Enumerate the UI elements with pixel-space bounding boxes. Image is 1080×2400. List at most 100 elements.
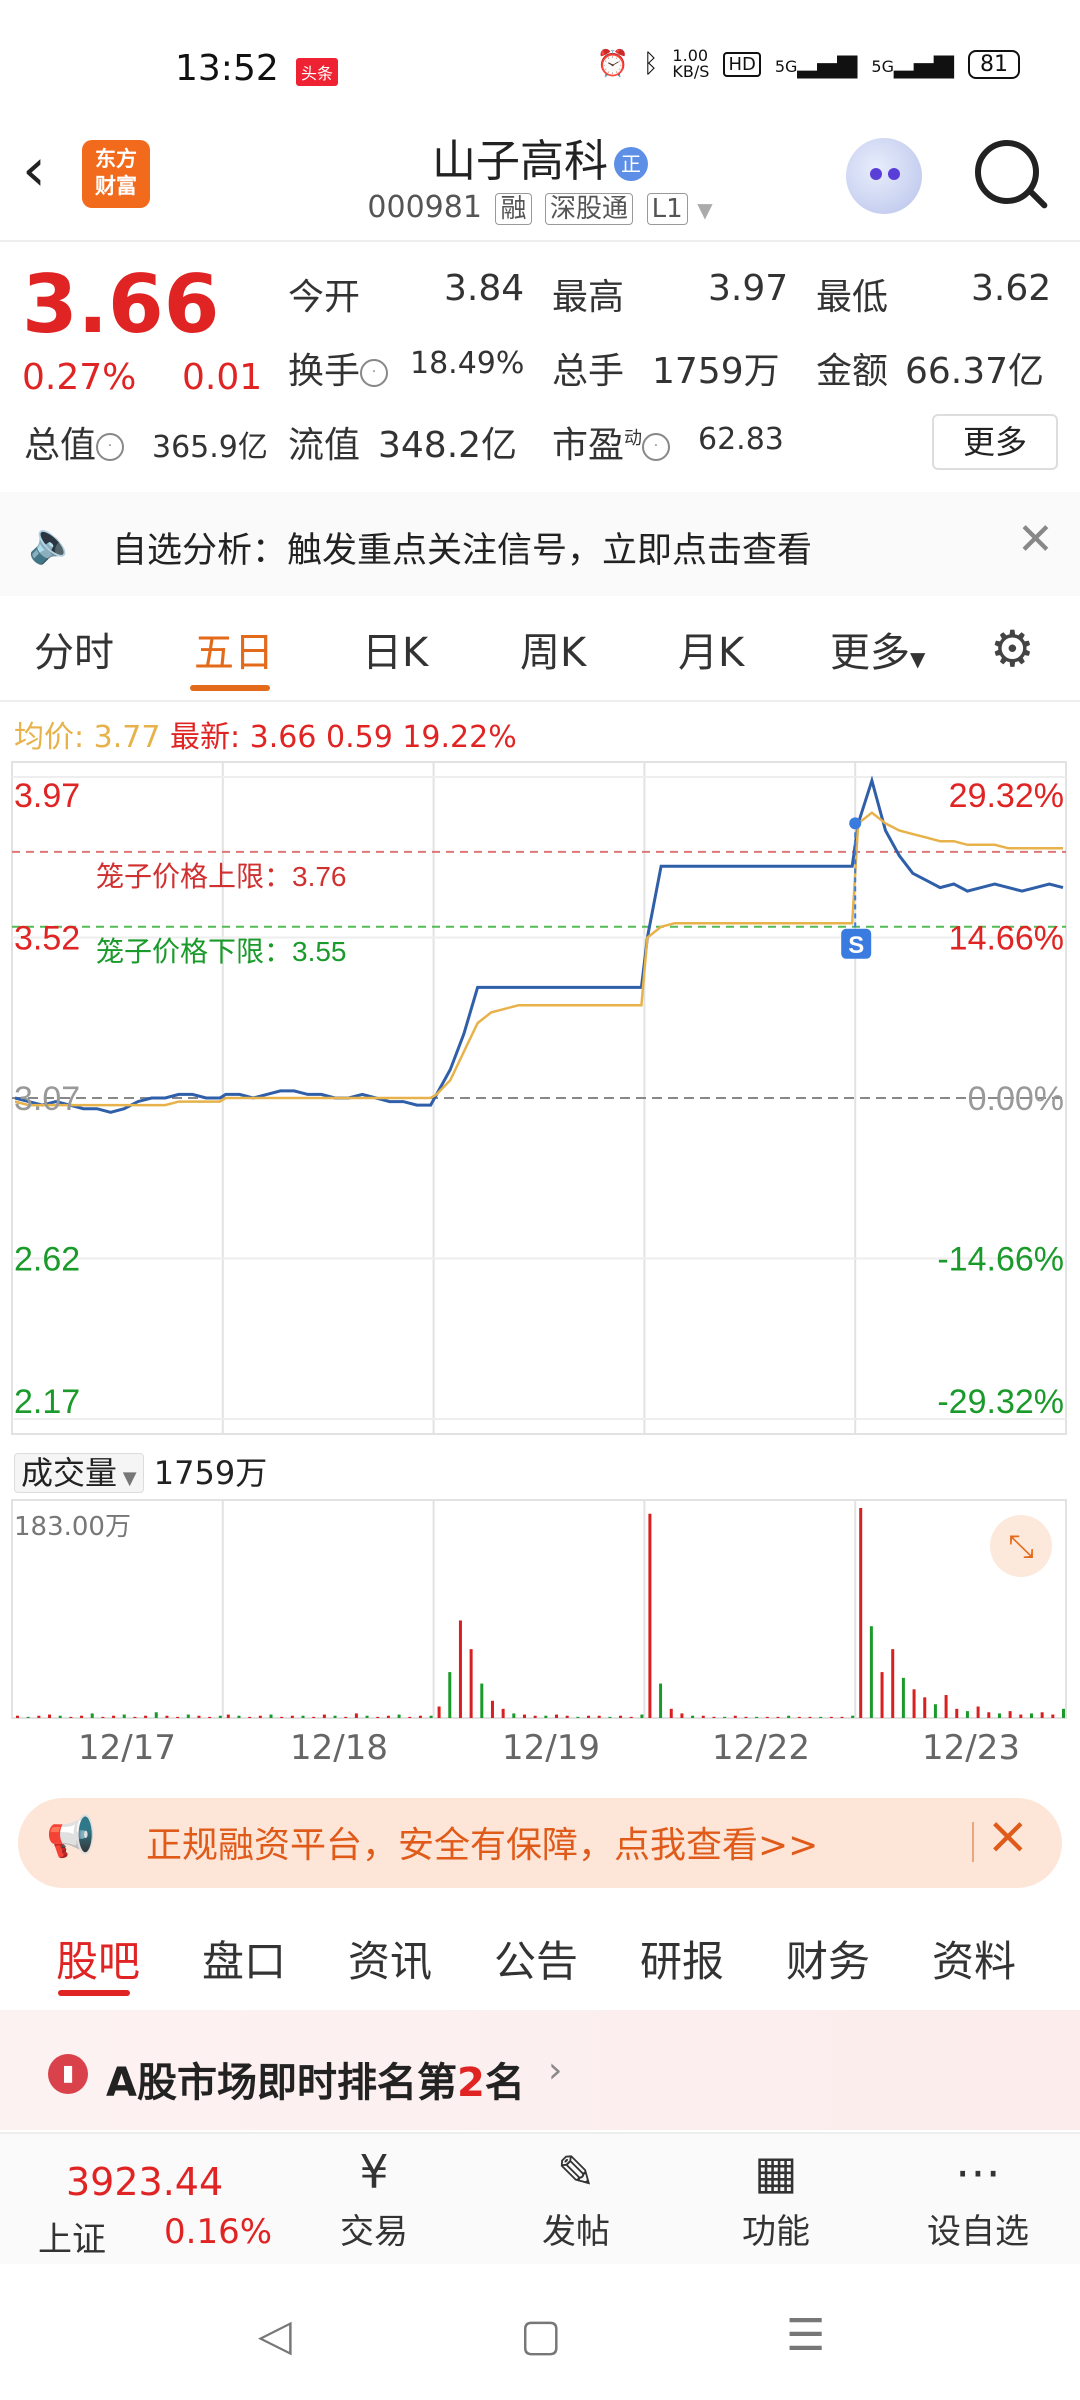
volume-value: 1759万 (652, 351, 780, 392)
y-tick-left: 3.07 (14, 1080, 80, 1118)
volume-bar (691, 1715, 695, 1718)
volume-bar (587, 1715, 591, 1718)
volume-bar (1051, 1714, 1055, 1718)
volume-bar (712, 1716, 716, 1718)
add-watchlist-button[interactable]: ⋯ 设自选 (918, 2140, 1038, 2253)
volume-bar (640, 1714, 644, 1718)
volume-bar (608, 1716, 612, 1718)
index-pct[interactable]: 0.16% (164, 2212, 272, 2252)
volume-bar (744, 1716, 748, 1718)
ad-text[interactable]: 正规融资平台，安全有保障，点我查看>> (146, 1816, 818, 1868)
more-dots-icon: ⋯ (955, 2145, 1001, 2199)
tab-monthly-k[interactable]: 月K (678, 620, 744, 678)
volume-bar (208, 1716, 212, 1718)
volume-bar (723, 1716, 727, 1718)
avg-label: 均价: (14, 720, 85, 755)
float-label: 流值 (288, 425, 361, 466)
volume-bar (869, 1626, 873, 1718)
tab-pankou[interactable]: 盘口 (202, 1928, 286, 1989)
tab-finance[interactable]: 财务 (786, 1928, 870, 1989)
dropdown-icon[interactable]: ▼ (697, 198, 712, 222)
turnover-label: 换手 · (288, 342, 389, 394)
nav-menu-icon[interactable]: ☰ (786, 2310, 825, 2361)
nav-home-icon[interactable]: ▢ (520, 2310, 562, 2361)
volume-bar (144, 1715, 148, 1718)
tab-guba[interactable]: 股吧 (56, 1928, 140, 1989)
tab-daily-k[interactable]: 日K (362, 620, 428, 678)
open-label: 今开 (288, 277, 361, 318)
volume-bar (322, 1714, 326, 1718)
info-icon[interactable]: · (360, 359, 389, 387)
volume-chart[interactable] (0, 1496, 1080, 1720)
volume-bar (1019, 1714, 1023, 1718)
change-pct: 0.27% (22, 357, 137, 398)
cage-upper-label: 笼子价格上限：3.76 (96, 861, 347, 892)
nav-back-icon[interactable]: ◁ (258, 2310, 292, 2361)
volume-frame (11, 1499, 1067, 1719)
y-tick-left: 3.97 (14, 777, 80, 815)
volume-bar (418, 1715, 422, 1718)
volume-bar (955, 1708, 959, 1718)
y-tick-right: 14.66% (949, 920, 1064, 958)
tag-margin: 融 (495, 193, 532, 225)
volume-bar (258, 1715, 262, 1718)
divider (0, 240, 1080, 242)
assistant-avatar[interactable] (846, 138, 922, 214)
volume-bar (112, 1715, 116, 1718)
y-tick-right: -14.66% (937, 1241, 1064, 1279)
trade-button[interactable]: ¥ 交易 (314, 2140, 434, 2253)
tab-weekly-k[interactable]: 周K (520, 620, 586, 678)
status-bar: 13:52 头条 ⏰ ᛒ 1.00 KB/S HD 5G▂▄▆ 5G▂▄▆ 81 (0, 0, 1080, 130)
expand-icon[interactable]: ⤡ (990, 1515, 1052, 1577)
volume-selector[interactable]: 成交量 ▼ (14, 1453, 144, 1493)
volume-bar (226, 1714, 230, 1718)
tab-research[interactable]: 研报 (640, 1928, 724, 1989)
volume-bar (829, 1716, 833, 1718)
functions-button[interactable]: ▦ 功能 (716, 2140, 836, 2253)
volume-bar (69, 1716, 73, 1718)
tab-news[interactable]: 资讯 (348, 1928, 432, 1989)
index-value[interactable]: 3923.44 (66, 2160, 223, 2204)
volume-total: 1759万 (153, 1454, 268, 1492)
tag-level[interactable]: L1 (646, 193, 688, 225)
volume-bar (851, 1715, 855, 1718)
volume-bar (859, 1508, 863, 1718)
status-news-tag: 头条 (296, 58, 339, 86)
more-button[interactable]: 更多 (932, 414, 1058, 470)
volume-bar (1062, 1708, 1065, 1718)
tab-indicator (190, 685, 270, 691)
volume-bar (48, 1714, 52, 1718)
rank-text[interactable]: A股市场即时排名第2名 (106, 2050, 525, 2108)
volume-bar (619, 1715, 623, 1718)
info-icon[interactable]: · (96, 433, 125, 461)
volume-bar (133, 1716, 137, 1718)
date-tick: 12/18 (290, 1728, 388, 1768)
volume-bar (16, 1715, 19, 1718)
volume-bar (122, 1714, 126, 1718)
gear-icon[interactable]: ⚙ (990, 620, 1035, 678)
volume-bar (648, 1513, 652, 1718)
volume-bar (840, 1716, 844, 1718)
volume-bar (819, 1716, 823, 1718)
volume-bar (776, 1716, 780, 1718)
tab-more[interactable]: 更多▼ (830, 620, 925, 678)
volume-bar (37, 1715, 41, 1718)
tab-five-day[interactable]: 五日 (194, 620, 274, 678)
index-name[interactable]: 上证 (38, 2212, 106, 2261)
price-chart[interactable]: S 笼子价格上限：3.76 笼子价格下限：3.55 3.97 3.52 3.07 2.62… (0, 758, 1080, 1438)
volume-max-label: 183.00万 (14, 1512, 131, 1542)
close-icon[interactable]: × (986, 1806, 1030, 1866)
tab-announcements[interactable]: 公告 (494, 1928, 578, 1989)
volume-bar (701, 1715, 705, 1718)
post-button[interactable]: ✎ 发帖 (516, 2140, 636, 2253)
volume-bar (797, 1716, 801, 1718)
chevron-right-icon: › (548, 2050, 563, 2091)
tab-profile[interactable]: 资料 (932, 1928, 1016, 1989)
notice-text[interactable]: 自选分析：触发重点关注信号，立即点击查看 (112, 522, 812, 573)
volume-bar (26, 1716, 30, 1718)
info-icon[interactable]: · (642, 433, 671, 461)
tab-intraday[interactable]: 分时 (34, 620, 114, 678)
close-icon[interactable]: ✕ (1017, 514, 1054, 565)
volume-bar (555, 1714, 559, 1718)
volume-bar (522, 1714, 526, 1718)
